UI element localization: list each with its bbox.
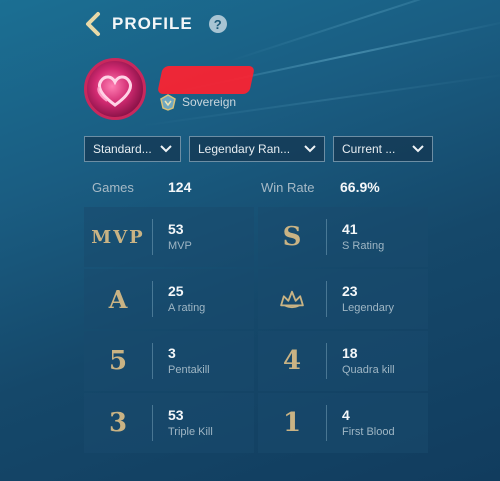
rank-emblem-icon xyxy=(160,94,176,111)
stat-label: First Blood xyxy=(342,426,395,438)
games-value: 124 xyxy=(168,179,192,195)
season-filter-dropdown[interactable]: Current ... xyxy=(333,136,433,162)
dropdown-label: Standard... xyxy=(93,142,152,156)
stat-card-triple-kill: 3 53 Triple Kill xyxy=(84,393,254,453)
stat-card-legendary: 23 Legendary xyxy=(258,269,428,329)
stat-value: 4 xyxy=(342,407,350,423)
stat-card-quadra-kill: 4 18 Quadra kill xyxy=(258,331,428,391)
stat-value: 53 xyxy=(168,407,184,423)
stat-card-pentakill: 5 3 Pentakill xyxy=(84,331,254,391)
stat-label: Quadra kill xyxy=(342,364,395,376)
mode-filter-dropdown[interactable]: Standard... xyxy=(84,136,181,162)
background-light-streak xyxy=(229,0,500,62)
rank-name: Sovereign xyxy=(182,95,237,109)
dropdown-label: Current ... xyxy=(342,142,396,156)
s-rating-icon: S xyxy=(282,222,302,252)
first-blood-icon: 1 xyxy=(282,408,302,438)
stat-card-s-rating: S 41 S Rating xyxy=(258,207,428,267)
stat-value: 41 xyxy=(342,221,358,237)
rank-filter-dropdown[interactable]: Legendary Ran... xyxy=(189,136,325,162)
avatar[interactable] xyxy=(84,58,146,120)
stats-summary: Games 124 Win Rate 66.9% xyxy=(84,172,428,202)
rank-display: Sovereign xyxy=(158,93,236,111)
a-rating-icon: A xyxy=(108,284,128,314)
mvp-icon: MVP xyxy=(91,226,145,248)
winrate-label: Win Rate xyxy=(261,179,315,195)
stat-value: 18 xyxy=(342,345,358,361)
legendary-crown-icon xyxy=(258,269,326,329)
back-arrow-icon[interactable] xyxy=(84,11,102,37)
stat-value: 53 xyxy=(168,221,184,237)
page-title: PROFILE xyxy=(112,14,193,33)
stat-label: Legendary xyxy=(342,302,394,314)
stat-value: 25 xyxy=(168,283,184,299)
quadra-kill-icon: 4 xyxy=(282,346,302,376)
help-icon[interactable]: ? xyxy=(208,15,227,33)
stat-card-first-blood: 1 4 First Blood xyxy=(258,393,428,453)
filter-bar: Standard... Legendary Ran... Current ... xyxy=(84,136,433,162)
pentakill-icon: 5 xyxy=(108,346,128,376)
stat-card-mvp: MVP 53 MVP xyxy=(84,207,254,267)
stat-label: A rating xyxy=(168,302,206,314)
stat-label: MVP xyxy=(168,240,192,252)
header: PROFILE ? xyxy=(84,10,227,38)
stat-label: Pentakill xyxy=(168,364,210,376)
triple-kill-icon: 3 xyxy=(108,408,128,438)
stat-card-a-rating: A 25 A rating xyxy=(84,269,254,329)
chevron-down-icon xyxy=(160,145,172,153)
winrate-value: 66.9% xyxy=(340,179,380,195)
stat-value: 23 xyxy=(342,283,358,299)
chevron-down-icon xyxy=(304,145,316,153)
heart-icon xyxy=(97,75,132,107)
chevron-down-icon xyxy=(412,145,424,153)
games-label: Games xyxy=(92,179,134,195)
stat-value: 3 xyxy=(168,345,176,361)
stat-label: Triple Kill xyxy=(168,426,213,438)
stat-label: S Rating xyxy=(342,240,385,252)
redacted-player-name xyxy=(157,66,255,94)
dropdown-label: Legendary Ran... xyxy=(198,142,291,156)
